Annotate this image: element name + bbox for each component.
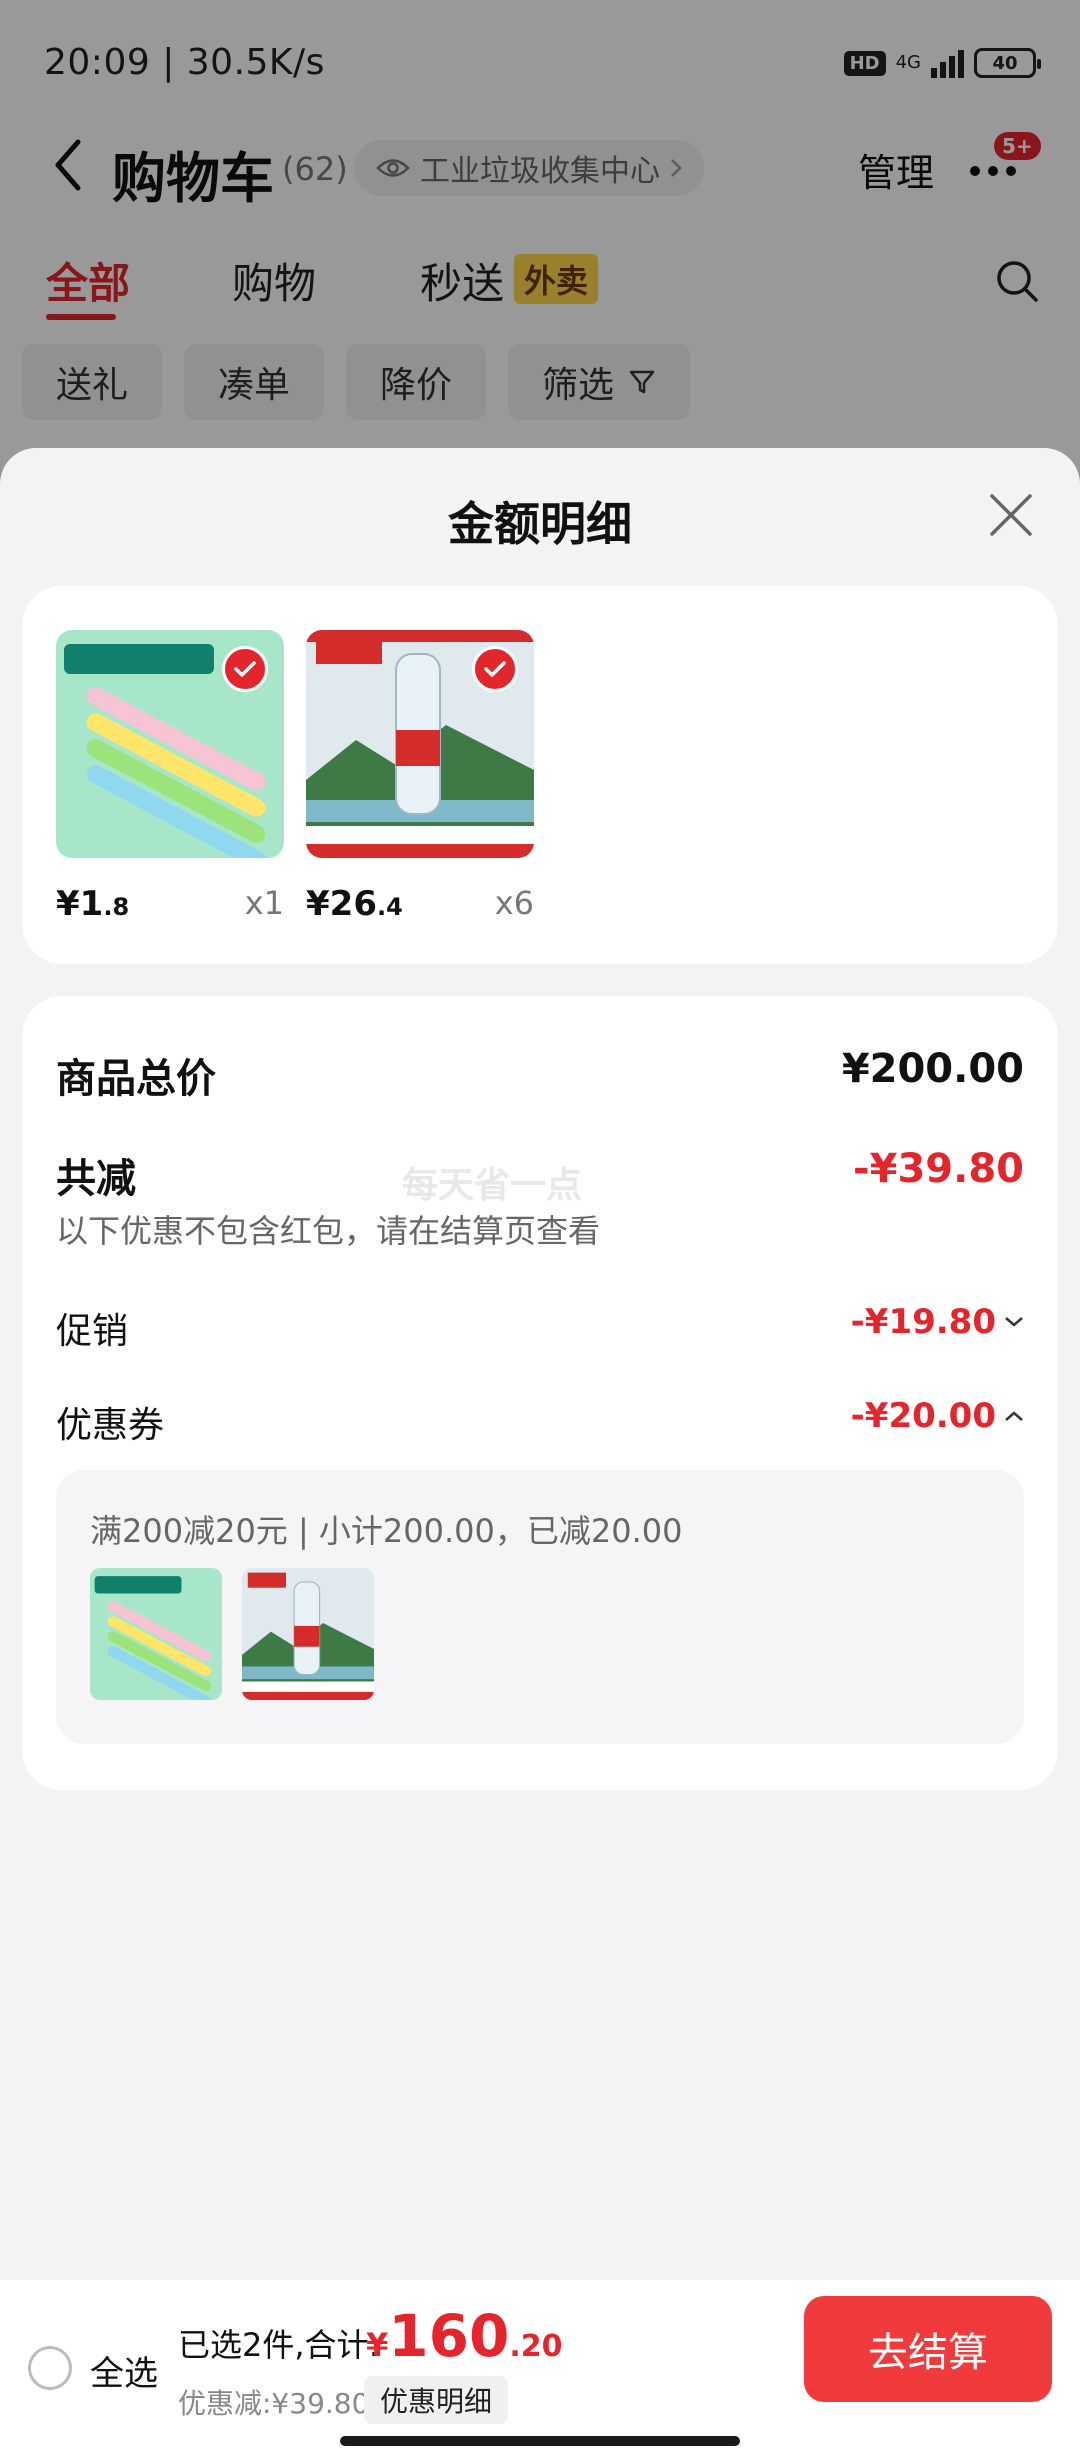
total-int: 160 — [388, 2302, 510, 2370]
select-all-label[interactable]: 全选 — [90, 2346, 158, 2395]
selected-summary: 已选2件,合计: — [178, 2326, 380, 2364]
item-price: ¥1.8 — [56, 884, 129, 924]
total-reduction-value: -¥39.80 — [853, 1146, 1024, 1192]
price-breakdown-card: 商品总价 ¥200.00 每天省一点 共减 -¥39.80 以下优惠不包含红包，… — [22, 996, 1058, 1790]
promotion-value: -¥19.80 — [850, 1302, 996, 1342]
total-reduction-label: 共减 — [56, 1156, 136, 1202]
list-item[interactable]: ¥1.8 x1 — [56, 630, 284, 924]
cutter-thumbnail-icon — [90, 1568, 222, 1700]
coupon-detail-box: 满200减20元 | 小计200.00，已减20.00 — [56, 1470, 1024, 1744]
checked-icon[interactable] — [222, 646, 268, 692]
list-item[interactable]: ¥26.4 x6 — [306, 630, 534, 924]
total-dec: .20 — [509, 2329, 563, 2364]
item-price-dec: .8 — [103, 893, 130, 921]
item-price-main: ¥1 — [56, 884, 104, 924]
coupon-label: 优惠券 — [56, 1405, 165, 1446]
total-amount: ¥ 160 .20 — [366, 2302, 563, 2370]
discount-summary: 优惠减:¥39.80 — [178, 2387, 370, 2420]
water-thumbnail-icon — [242, 1568, 374, 1700]
amount-detail-sheet: 金额明细 ¥1.8 x1 ¥26.4 x6 商品总价 ¥200.00 每天省一点… — [0, 448, 1080, 2460]
discount-detail-button[interactable]: 优惠明细 — [364, 2376, 509, 2424]
coupon-item-thumb-water — [242, 1568, 374, 1700]
home-indicator[interactable] — [340, 2436, 740, 2446]
coupon-value-wrap: -¥20.00 — [851, 1396, 1024, 1436]
item-quantity: x6 — [494, 884, 534, 922]
coupon-detail-text: 满200减20元 | 小计200.00，已减20.00 — [90, 1512, 683, 1550]
checkout-button[interactable]: 去结算 — [804, 2296, 1052, 2402]
product-image-water — [306, 630, 534, 858]
chevron-down-icon — [1005, 1317, 1023, 1327]
reduction-note: 以下优惠不包含红包，请在结算页查看 — [56, 1212, 601, 1250]
select-all-radio[interactable] — [28, 2346, 72, 2390]
total-price-value: ¥200.00 — [841, 1046, 1024, 1092]
item-quantity: x1 — [244, 884, 284, 922]
chevron-up-icon — [1005, 1411, 1023, 1421]
item-price: ¥26.4 — [306, 884, 403, 924]
selected-items-card: ¥1.8 x1 ¥26.4 x6 — [22, 586, 1058, 964]
promotion-label: 促销 — [56, 1311, 129, 1352]
watermark-text: 每天省一点 — [402, 1165, 583, 1206]
sheet-title: 金额明细 — [448, 497, 632, 551]
coupon-item-thumb-cutter — [90, 1568, 222, 1700]
close-icon[interactable] — [988, 492, 1034, 538]
total-price-label: 商品总价 — [56, 1056, 216, 1102]
item-price-main: ¥26 — [306, 884, 377, 924]
promotion-value-wrap: -¥19.80 — [851, 1302, 1024, 1342]
total-currency: ¥ — [366, 2326, 389, 2364]
coupon-value: -¥20.00 — [850, 1396, 996, 1436]
checked-icon[interactable] — [472, 646, 518, 692]
checkout-bar: 全选 已选2件,合计: ¥ 160 .20 优惠减:¥39.80 优惠明细 去结… — [0, 2280, 1080, 2460]
product-image-cutter — [56, 630, 284, 858]
item-price-dec: .4 — [376, 893, 403, 921]
